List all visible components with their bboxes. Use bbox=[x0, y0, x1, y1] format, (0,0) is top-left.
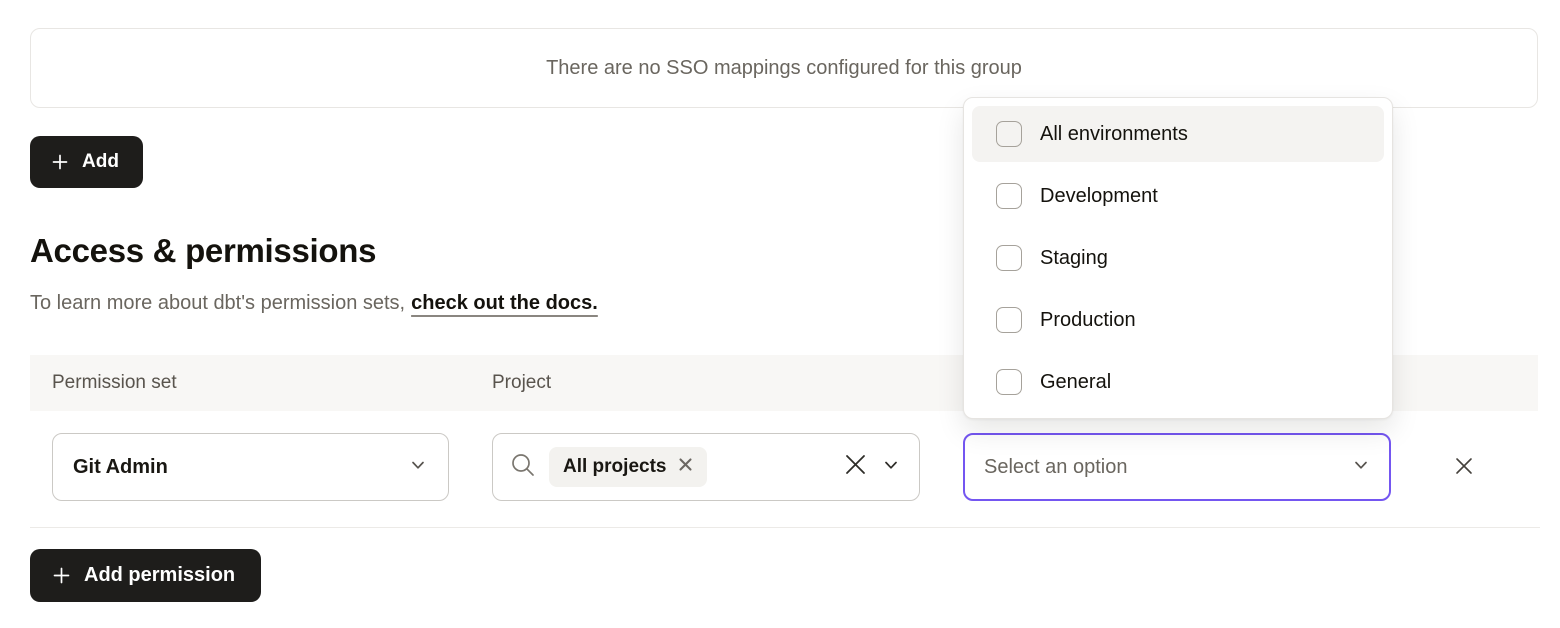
checkbox-icon[interactable] bbox=[996, 369, 1022, 395]
option-label: All environments bbox=[1040, 123, 1188, 146]
environment-placeholder: Select an option bbox=[984, 456, 1127, 479]
sso-empty-message: There are no SSO mappings configured for… bbox=[546, 57, 1022, 80]
access-permissions-title: Access & permissions bbox=[30, 232, 376, 270]
dropdown-option-production[interactable]: Production bbox=[972, 292, 1384, 348]
dropdown-option-staging[interactable]: Staging bbox=[972, 230, 1384, 286]
chevron-down-icon bbox=[1351, 455, 1371, 480]
option-label: Staging bbox=[1040, 247, 1108, 270]
dropdown-option-all-environments[interactable]: All environments bbox=[972, 106, 1384, 162]
dropdown-option-general[interactable]: General bbox=[972, 354, 1384, 410]
column-header-permission-set: Permission set bbox=[52, 355, 177, 411]
checkbox-icon[interactable] bbox=[996, 121, 1022, 147]
permission-set-value: Git Admin bbox=[73, 456, 168, 479]
project-chip[interactable]: All projects bbox=[549, 447, 707, 487]
dropdown-option-development[interactable]: Development bbox=[972, 168, 1384, 224]
access-permissions-description: To learn more about dbt's permission set… bbox=[30, 292, 598, 315]
column-header-project: Project bbox=[492, 355, 551, 411]
docs-link[interactable]: check out the docs. bbox=[411, 292, 598, 314]
project-chip-label: All projects bbox=[563, 456, 666, 478]
project-multiselect[interactable]: All projects bbox=[492, 433, 920, 501]
add-permission-label: Add permission bbox=[84, 564, 235, 587]
remove-permission-row-button[interactable] bbox=[1448, 451, 1480, 483]
checkbox-icon[interactable] bbox=[996, 307, 1022, 333]
sso-mappings-empty-state: There are no SSO mappings configured for… bbox=[30, 28, 1538, 108]
add-button-label: Add bbox=[82, 151, 119, 173]
add-sso-mapping-button[interactable]: Add bbox=[30, 136, 143, 188]
row-divider bbox=[30, 527, 1540, 528]
chip-remove-icon[interactable] bbox=[678, 456, 693, 478]
chevron-down-icon bbox=[408, 455, 428, 480]
environment-dropdown-menu: All environments Development Staging Pro… bbox=[963, 97, 1393, 419]
option-label: General bbox=[1040, 371, 1111, 394]
option-label: Development bbox=[1040, 185, 1158, 208]
search-icon bbox=[509, 451, 537, 484]
close-icon bbox=[1449, 451, 1479, 484]
environment-select[interactable]: Select an option bbox=[963, 433, 1391, 501]
chevron-down-icon[interactable] bbox=[881, 455, 901, 480]
checkbox-icon[interactable] bbox=[996, 245, 1022, 271]
plus-icon bbox=[51, 565, 72, 586]
clear-selection-icon[interactable] bbox=[842, 451, 869, 483]
option-label: Production bbox=[1040, 309, 1136, 332]
add-permission-button[interactable]: Add permission bbox=[30, 549, 261, 602]
permission-set-select[interactable]: Git Admin bbox=[52, 433, 449, 501]
plus-icon bbox=[50, 152, 70, 172]
checkbox-icon[interactable] bbox=[996, 183, 1022, 209]
group-settings-page: There are no SSO mappings configured for… bbox=[0, 0, 1560, 628]
description-text: To learn more about dbt's permission set… bbox=[30, 292, 405, 314]
